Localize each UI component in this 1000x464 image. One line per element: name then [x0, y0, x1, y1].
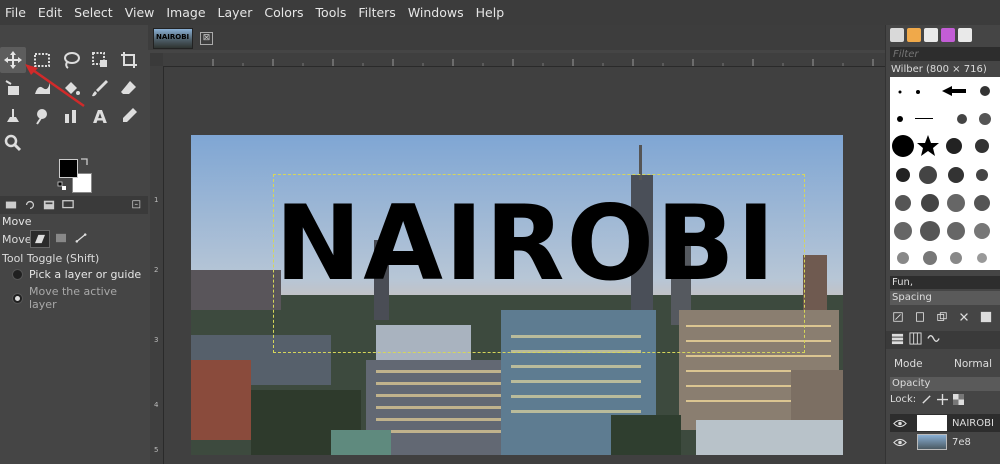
nairobi-text-layer[interactable]: NAIROBI — [275, 193, 777, 296]
layer-item[interactable]: NAIROBI — [890, 414, 1000, 432]
paths-tab-icon[interactable] — [927, 332, 940, 348]
eraser-tool-icon[interactable] — [116, 75, 142, 101]
vertical-ruler-label: 1 — [154, 196, 159, 204]
brush-name-label: Wilber (800 × 716) — [891, 64, 987, 75]
menu-file[interactable]: File — [0, 0, 32, 25]
image-thumbnail: NAIROBI — [153, 27, 193, 49]
delete-brush-icon[interactable] — [956, 309, 972, 325]
layers-dock-tabs — [886, 331, 1000, 349]
lock-position-icon[interactable] — [937, 394, 949, 405]
menu-bar: File Edit Select View Image Layer Colors… — [0, 0, 1000, 25]
horizontal-ruler[interactable] — [163, 53, 885, 67]
fuzzy-select-tool-icon[interactable] — [87, 47, 113, 73]
image-tab[interactable]: NAIROBI ⊠ — [153, 27, 213, 49]
reset-colors-icon[interactable] — [57, 181, 67, 191]
move-active-layer-option[interactable]: Move the active layer — [12, 285, 148, 311]
patterns-tab-icon[interactable] — [907, 28, 921, 42]
foreground-color-swatch[interactable] — [59, 159, 78, 178]
vertical-ruler-label: 5 — [154, 446, 159, 454]
horizontal-ruler-ticks — [212, 59, 874, 66]
brushes-dock-tabs — [886, 25, 1000, 45]
palettes-tab-icon[interactable] — [958, 28, 972, 42]
device-status-tab-icon[interactable] — [60, 198, 76, 212]
layer-item[interactable]: 7e8 — [890, 433, 1000, 451]
menu-colors[interactable]: Colors — [258, 0, 309, 25]
spacing-slider[interactable]: Spacing — [890, 291, 1000, 305]
lock-alpha-icon[interactable] — [953, 394, 965, 405]
move-selection-mode-icon[interactable] — [52, 230, 70, 246]
image-tab-bar: NAIROBI ⊠ — [148, 25, 885, 50]
channels-tab-icon[interactable] — [909, 332, 922, 348]
visibility-eye-icon[interactable] — [893, 419, 909, 428]
refresh-brushes-icon[interactable] — [978, 309, 994, 325]
lock-label: Lock: — [890, 394, 917, 405]
move-path-mode-icon[interactable] — [72, 230, 90, 246]
move-mode-buttons — [30, 230, 90, 248]
right-dock: Wilber (800 × 716) Fun, Spacing M — [885, 25, 1000, 464]
layer-name: 7e8 — [952, 436, 971, 448]
brush-grid[interactable] — [890, 77, 1000, 270]
tool-options-title: Move — [2, 215, 32, 228]
menu-view[interactable]: View — [119, 0, 161, 25]
brush-toolbar — [890, 309, 1000, 327]
mode-label: Mode — [894, 358, 923, 370]
lock-pixels-icon[interactable] — [921, 394, 932, 405]
gradients-tab-icon[interactable] — [941, 28, 955, 42]
brush-previews — [892, 86, 991, 265]
layer-thumbnail — [917, 434, 947, 450]
vertical-ruler-label: 4 — [154, 401, 159, 409]
text-tool-icon[interactable]: A — [87, 103, 113, 129]
layer-name: NAIROBI — [952, 417, 994, 429]
pick-layer-radio[interactable] — [12, 269, 23, 280]
move-layer-mode-icon[interactable] — [30, 230, 50, 248]
menu-tools[interactable]: Tools — [310, 0, 353, 25]
menu-edit[interactable]: Edit — [32, 0, 68, 25]
layers-tab-icon[interactable] — [891, 332, 904, 348]
crop-tool-icon[interactable] — [116, 47, 142, 73]
swap-colors-icon[interactable] — [80, 157, 90, 167]
menu-windows[interactable]: Windows — [402, 0, 470, 25]
pick-layer-label: Pick a layer or guide — [29, 268, 142, 281]
menu-select[interactable]: Select — [68, 0, 119, 25]
mode-dropdown[interactable]: Normal — [954, 358, 992, 370]
current-brush-field[interactable]: Fun, — [890, 276, 1000, 289]
zoom-tool-icon[interactable] — [0, 130, 26, 156]
color-picker-tool-icon[interactable] — [116, 103, 142, 129]
fonts-tab-icon[interactable] — [924, 28, 938, 42]
vertical-ruler-label: 2 — [154, 266, 159, 274]
images-tab-icon[interactable] — [41, 198, 57, 212]
ruler-corner[interactable] — [150, 53, 163, 66]
visibility-eye-icon[interactable] — [893, 438, 909, 447]
tool-options-tabs — [0, 196, 148, 214]
svg-text:A: A — [93, 107, 107, 126]
brush-filter-input[interactable] — [890, 47, 1000, 61]
vertical-ruler-label: 3 — [154, 336, 159, 344]
brushes-tab-icon[interactable] — [890, 28, 904, 42]
annotation-arrow-icon — [25, 64, 85, 108]
tool-toggle-label: Tool Toggle (Shift) — [2, 252, 100, 265]
close-tab-icon[interactable]: ⊠ — [200, 31, 213, 45]
move-active-layer-label: Move the active layer — [29, 285, 117, 311]
color-swatches — [55, 155, 95, 195]
menu-help[interactable]: Help — [470, 0, 511, 25]
undo-history-tab-icon[interactable] — [22, 198, 38, 212]
menu-image[interactable]: Image — [160, 0, 211, 25]
menu-filters[interactable]: Filters — [352, 0, 401, 25]
layer-mode-row: Mode Normal — [890, 355, 1000, 373]
duplicate-brush-icon[interactable] — [934, 309, 950, 325]
thumbnail-text: NAIROBI — [156, 32, 190, 41]
move-active-layer-radio[interactable] — [12, 292, 23, 304]
lock-row: Lock: — [890, 394, 965, 405]
new-brush-icon[interactable] — [912, 309, 928, 325]
vertical-ruler[interactable]: 1 2 3 4 5 — [150, 66, 164, 464]
layer-thumbnail — [917, 415, 947, 431]
tool-options-tab-icon[interactable] — [3, 198, 19, 212]
menu-layer[interactable]: Layer — [212, 0, 259, 25]
edit-brush-icon[interactable] — [890, 309, 906, 325]
paintbrush-tool-icon[interactable] — [87, 75, 113, 101]
pick-layer-option[interactable]: Pick a layer or guide — [12, 268, 141, 281]
opacity-slider[interactable]: Opacity — [890, 377, 1000, 391]
configure-tab-icon[interactable] — [129, 198, 145, 212]
